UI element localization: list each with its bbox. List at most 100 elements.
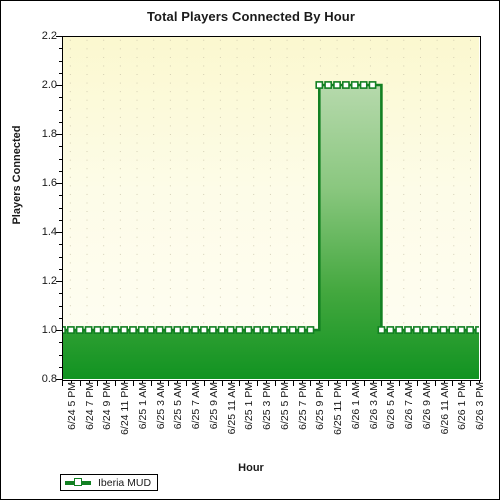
legend-series-symbol-icon [65, 477, 91, 488]
y-major-tick [56, 134, 62, 135]
data-point-marker[interactable] [66, 326, 75, 334]
y-major-tick [56, 36, 62, 37]
series-area-fill [62, 85, 479, 379]
data-point-marker[interactable] [164, 326, 173, 334]
x-major-tick [434, 380, 436, 386]
data-point-marker[interactable] [359, 81, 368, 89]
data-point-marker[interactable] [155, 326, 164, 334]
data-point-marker[interactable] [146, 326, 155, 334]
data-point-marker[interactable] [368, 81, 377, 89]
x-major-tick [97, 380, 99, 386]
x-minor-tick [479, 380, 480, 383]
series-plot [62, 81, 479, 379]
series-iberia-mud [62, 81, 479, 379]
data-point-marker[interactable] [93, 326, 102, 334]
x-major-tick [381, 380, 383, 386]
data-point-marker[interactable] [217, 326, 226, 334]
data-point-marker[interactable] [439, 326, 448, 334]
x-minor-tick [106, 380, 108, 383]
data-point-marker[interactable] [182, 326, 191, 334]
data-point-marker[interactable] [306, 326, 315, 334]
y-minor-tick [59, 170, 62, 172]
data-point-marker[interactable] [448, 326, 457, 334]
plot-area [62, 36, 479, 379]
y-minor-tick [59, 342, 62, 344]
x-tick-label: 6/25 7 AM [190, 382, 203, 430]
x-tick-label: 6/25 3 AM [154, 382, 167, 430]
x-tick-label: 6/25 11 AM [225, 382, 238, 435]
x-minor-tick [141, 380, 143, 383]
data-point-marker[interactable] [137, 326, 146, 334]
x-tick-label: 6/25 7 PM [296, 382, 309, 430]
x-major-tick [274, 380, 276, 386]
x-minor-tick [212, 380, 214, 383]
x-tick-label: 6/26 11 AM [438, 382, 451, 435]
y-minor-tick [59, 109, 62, 111]
data-point-marker[interactable] [412, 326, 421, 334]
x-major-tick [186, 380, 188, 386]
x-axis: 6/24 5 PM 6/24 7 PM 6/24 9 PM 6/24 11 PM 6/2… [62, 382, 486, 460]
data-point-marker[interactable] [457, 326, 466, 334]
data-point-marker[interactable] [120, 326, 129, 334]
data-point-marker[interactable] [173, 326, 182, 334]
x-minor-tick [70, 380, 72, 383]
data-point-marker[interactable] [475, 326, 479, 334]
legend-series-label: Iberia MUD [98, 476, 152, 489]
x-minor-tick [177, 380, 179, 383]
data-point-marker[interactable] [421, 326, 430, 334]
chart-title: Total Players Connected By Hour [146, 9, 355, 24]
x-minor-tick [266, 380, 268, 383]
x-major-tick [310, 380, 312, 386]
x-major-tick [363, 380, 365, 386]
data-point-marker[interactable] [208, 326, 217, 334]
data-point-marker[interactable] [191, 326, 199, 334]
data-point-marker[interactable] [129, 326, 137, 334]
x-minor-tick [408, 380, 410, 383]
data-point-marker[interactable] [430, 326, 439, 334]
x-major-tick [79, 380, 81, 386]
data-point-marker[interactable] [297, 326, 306, 334]
data-point-marker[interactable] [200, 326, 208, 334]
data-point-marker[interactable] [84, 326, 93, 334]
data-point-marker[interactable] [342, 81, 350, 89]
x-major-tick [399, 380, 401, 386]
data-point-marker[interactable] [324, 81, 333, 89]
x-minor-tick [425, 380, 427, 383]
x-tick-label: 6/24 7 PM [83, 382, 96, 430]
y-major-tick [56, 183, 62, 184]
x-minor-tick [195, 380, 197, 383]
data-point-marker[interactable] [404, 326, 412, 334]
x-minor-tick [319, 380, 321, 383]
data-point-marker[interactable] [226, 326, 235, 334]
y-minor-tick [59, 293, 62, 295]
data-point-marker[interactable] [466, 326, 475, 334]
data-point-marker[interactable] [262, 326, 270, 334]
data-point-marker[interactable] [62, 326, 66, 334]
data-point-marker[interactable] [271, 326, 279, 334]
y-minor-tick [59, 354, 62, 356]
data-point-marker[interactable] [333, 81, 341, 89]
data-point-marker[interactable] [279, 326, 288, 334]
y-major-tick [56, 85, 62, 86]
data-point-marker[interactable] [75, 326, 84, 334]
y-tick-label: 1.4 [41, 226, 57, 238]
data-point-marker[interactable] [102, 326, 111, 334]
x-tick-label: 6/25 9 AM [207, 382, 220, 430]
data-point-marker[interactable] [386, 326, 395, 334]
x-minor-tick [159, 380, 161, 383]
x-tick-label: 6/25 5 AM [172, 382, 185, 430]
data-point-marker[interactable] [315, 81, 324, 89]
x-minor-tick [88, 380, 90, 383]
x-major-tick [345, 380, 347, 386]
data-point-marker[interactable] [235, 326, 244, 334]
data-point-marker[interactable] [377, 326, 386, 334]
data-point-marker[interactable] [395, 326, 404, 334]
data-point-marker[interactable] [111, 326, 120, 334]
x-tick-label: 6/26 3 AM [367, 382, 380, 430]
x-major-tick [239, 380, 241, 386]
y-minor-tick [59, 268, 62, 270]
data-point-marker[interactable] [244, 326, 253, 334]
data-point-marker[interactable] [288, 326, 297, 334]
data-point-marker[interactable] [253, 326, 262, 334]
data-point-marker[interactable] [350, 81, 359, 89]
